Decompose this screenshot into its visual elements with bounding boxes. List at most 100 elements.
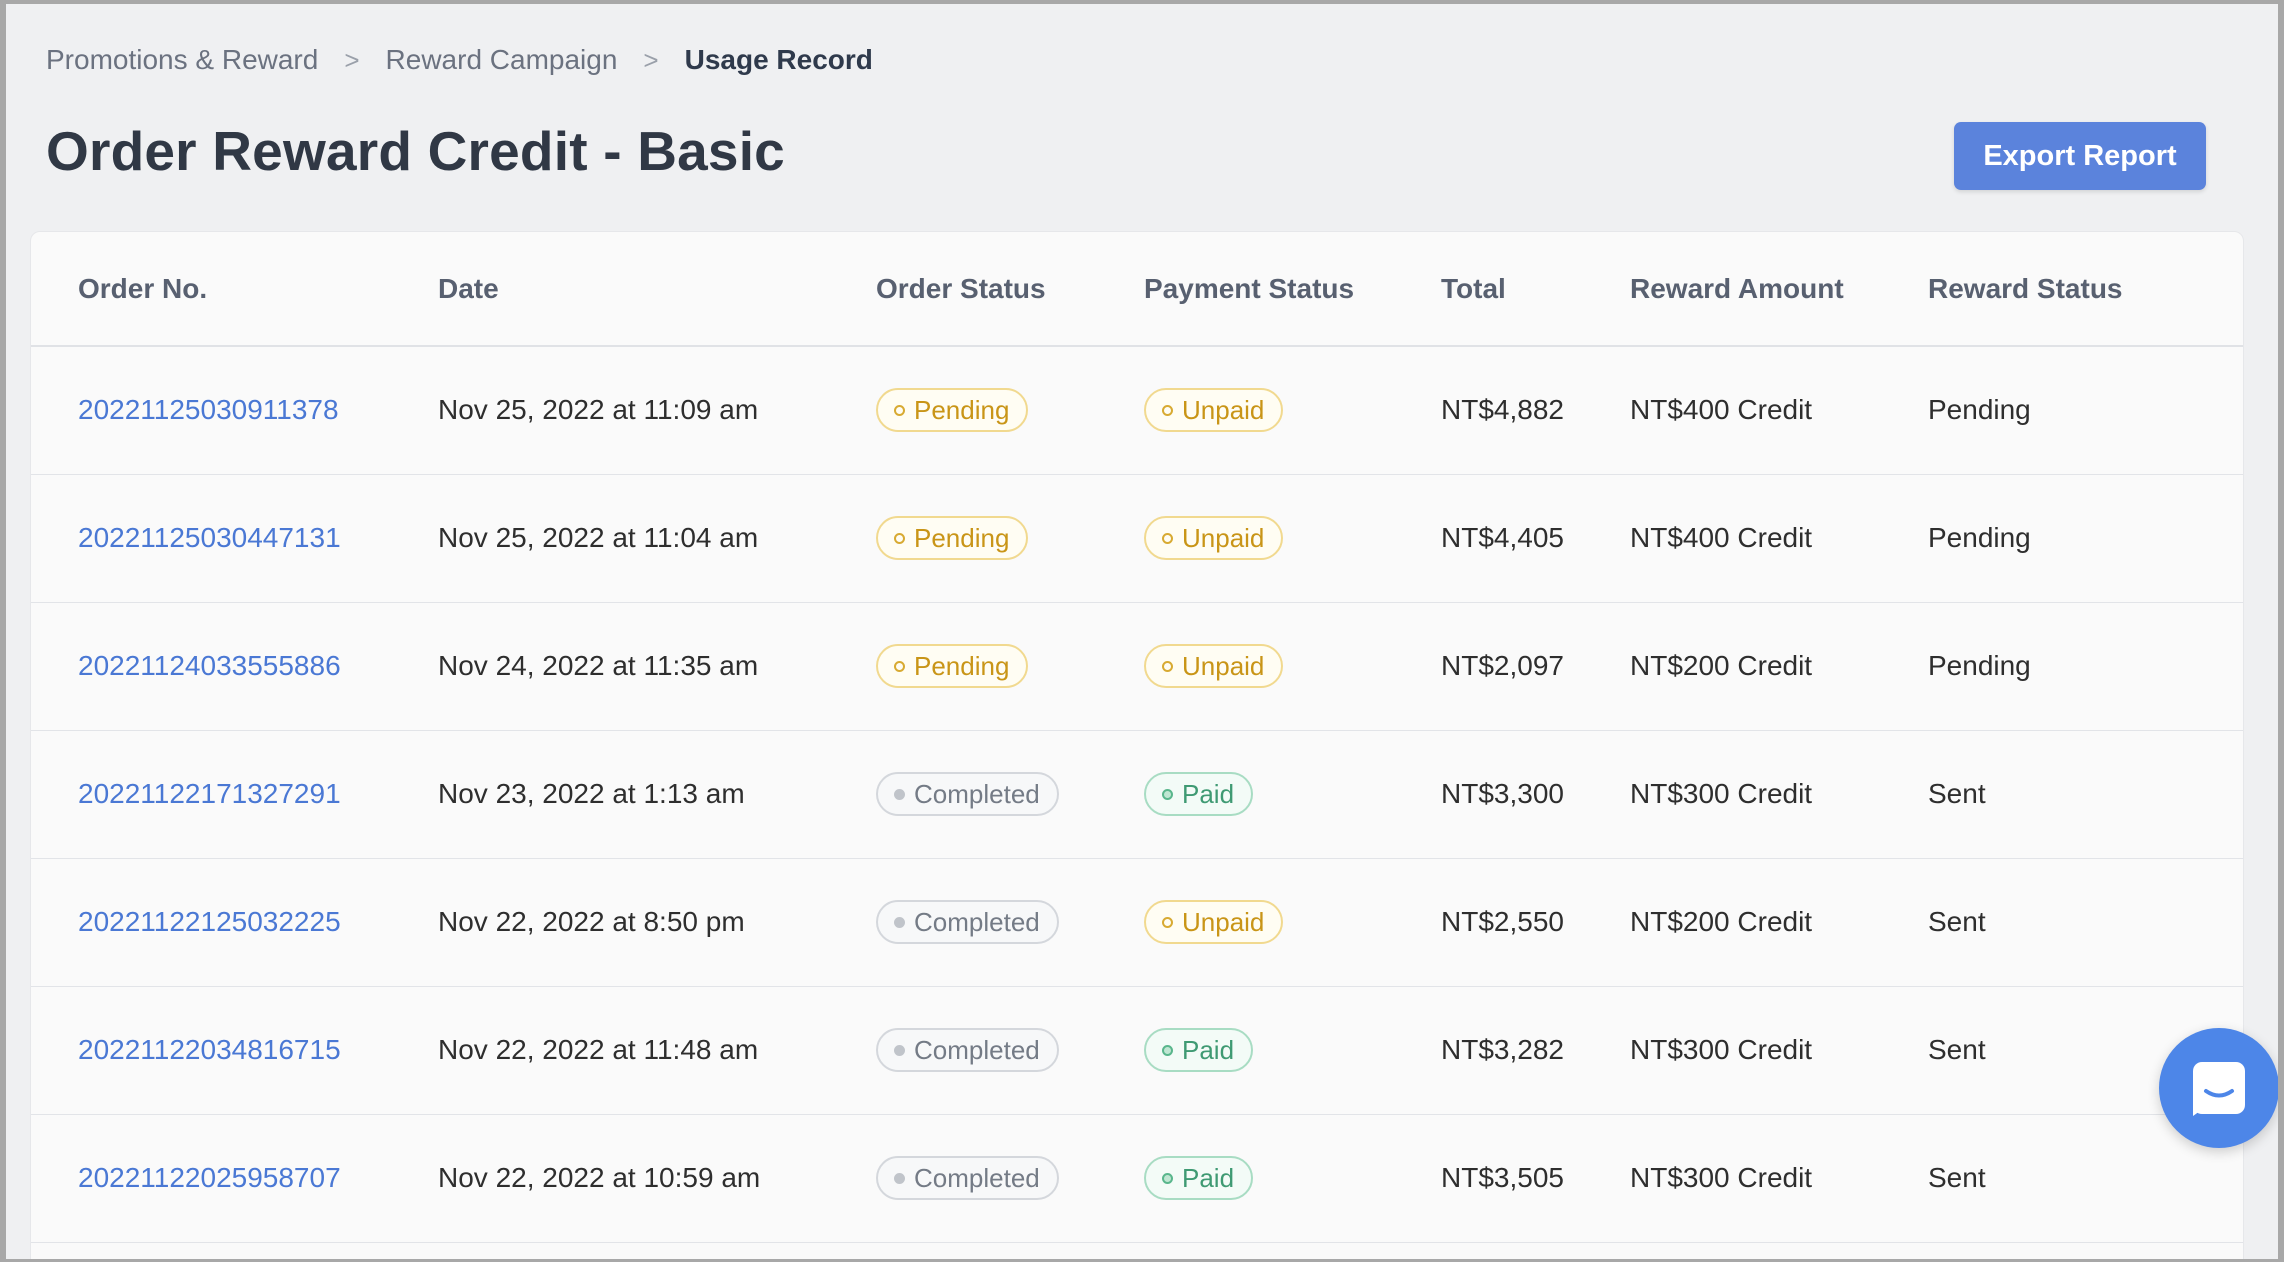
table-row[interactable]: 20221122171327291 Nov 23, 2022 at 1:13 am… [31,730,2243,859]
order-status-badge: Completed [876,1156,1059,1200]
cell-order-no: 20221122171327291 [31,730,438,859]
cell-date: Nov 25, 2022 at 11:09 am [438,346,876,475]
column-header-total: Total [1441,232,1630,347]
payment-status-label: Unpaid [1182,522,1265,553]
order-number-link[interactable]: 20221122125032225 [78,906,341,937]
order-number-link[interactable]: 20221122171327291 [78,778,341,809]
usage-record-table-card: Order No. Date Order Status Payment Stat… [30,231,2244,1259]
status-dot-icon [1162,532,1173,544]
cell-payment-status: Paid [1144,730,1441,859]
column-header-date: Date [438,232,876,347]
payment-status-label: Paid [1182,1162,1235,1193]
cell-total: NT$3,505 [1441,1114,1630,1243]
order-status-label: Pending [914,522,1010,553]
export-report-button[interactable]: Export Report [1954,122,2206,190]
payment-status-badge: Unpaid [1144,900,1284,944]
cell-date: Nov 23, 2022 at 1:13 am [438,730,876,859]
cell-payment-status: Paid [1144,986,1441,1115]
order-number-link[interactable]: 20221122025958707 [78,1162,341,1193]
cell-order-no: 20221122025958707 [31,1114,438,1243]
table-header-row: Order No. Date Order Status Payment Stat… [31,232,2243,347]
cell-reward-amount: NT$200 Credit [1630,858,1928,987]
status-dot-icon [894,404,905,416]
cell-date: Nov 22, 2022 at 11:48 am [438,986,876,1115]
cell-order-no: 20221125030911378 [31,346,438,475]
table-row[interactable]: 20221124033555886 Nov 24, 2022 at 11:35 a… [31,602,2243,731]
order-number-link[interactable]: 20221125030447131 [78,522,341,553]
status-dot-icon [894,788,905,800]
status-dot-icon [1162,1044,1173,1056]
order-number-link[interactable]: 20221122034816715 [78,1034,341,1065]
status-dot-icon [894,660,905,672]
order-status-badge: Pending [876,388,1029,433]
cell-reward-amount: NT$300 Credit [1630,730,1928,859]
order-number-link[interactable]: 20221124033555886 [78,650,341,681]
app-window: Promotions & Reward > Reward Campaign > … [6,4,2278,1259]
breadcrumb-item-reward-campaign[interactable]: Reward Campaign [386,44,618,76]
order-status-label: Completed [914,1034,1040,1065]
payment-status-label: Paid [1182,1034,1235,1065]
cell-date: Nov 24, 2022 at 11:35 am [438,602,876,731]
order-status-label: Pending [914,394,1010,425]
cell-order-status: Pending [876,602,1144,731]
column-header-reward-status: Reward Status [1928,232,2243,347]
cell-total: NT$2,550 [1441,858,1630,987]
table-row[interactable]: 20221125030447131 Nov 25, 2022 at 11:04 a… [31,474,2243,603]
chat-launcher-button[interactable] [2159,1028,2278,1148]
cell-reward-amount: NT$400 Credit [1630,474,1928,603]
cell-order-no: 20221122034816715 [31,986,438,1115]
status-dot-icon [1162,404,1173,416]
cell-date: Nov 22, 2022 at 8:50 pm [438,858,876,987]
payment-status-label: Unpaid [1182,394,1265,425]
cell-reward-status: Pending [1928,474,2243,603]
status-dot-icon [1162,916,1173,928]
cell-order-status: Completed [876,730,1144,859]
table-row[interactable]: 20221122125032225 Nov 22, 2022 at 8:50 pm… [31,858,2243,987]
column-header-reward-amount: Reward Amount [1630,232,1928,347]
breadcrumb-item-promotions[interactable]: Promotions & Reward [46,44,318,76]
breadcrumb: Promotions & Reward > Reward Campaign > … [46,44,873,76]
usage-record-table: Order No. Date Order Status Payment Stat… [31,232,2243,1243]
payment-status-badge: Unpaid [1144,516,1284,560]
status-dot-icon [894,532,905,544]
order-status-badge: Completed [876,772,1059,816]
cell-order-status: Pending [876,474,1144,603]
payment-status-badge: Unpaid [1144,644,1284,688]
cell-reward-status: Pending [1928,602,2243,731]
cell-date: Nov 25, 2022 at 11:04 am [438,474,876,603]
cell-order-status: Completed [876,1114,1144,1243]
column-header-order-no: Order No. [31,232,438,347]
table-row[interactable]: 20221125030911378 Nov 25, 2022 at 11:09 a… [31,346,2243,475]
chevron-right-icon: > [643,44,659,75]
cell-order-no: 20221125030447131 [31,474,438,603]
cell-order-status: Completed [876,858,1144,987]
table-body: 20221125030911378 Nov 25, 2022 at 11:09 a… [31,346,2243,1243]
cell-payment-status: Unpaid [1144,858,1441,987]
cell-total: NT$4,405 [1441,474,1630,603]
order-status-label: Completed [914,906,1040,937]
cell-payment-status: Unpaid [1144,474,1441,603]
cell-order-no: 20221122125032225 [31,858,438,987]
order-status-badge: Pending [876,644,1029,688]
order-number-link[interactable]: 20221125030911378 [78,394,339,425]
payment-status-label: Unpaid [1182,650,1265,681]
cell-payment-status: Unpaid [1144,602,1441,731]
payment-status-label: Paid [1182,778,1235,809]
page-title: Order Reward Credit - Basic [46,120,785,182]
cell-total: NT$3,300 [1441,730,1630,859]
cell-reward-status: Sent [1928,730,2243,859]
table-row[interactable]: 20221122025958707 Nov 22, 2022 at 10:59 a… [31,1114,2243,1243]
cell-order-status: Completed [876,986,1144,1115]
chevron-right-icon: > [344,44,360,75]
order-status-badge: Completed [876,900,1059,944]
table-row[interactable]: 20221122034816715 Nov 22, 2022 at 11:48 a… [31,986,2243,1115]
payment-status-badge: Paid [1144,772,1254,816]
cell-order-no: 20221124033555886 [31,602,438,731]
cell-payment-status: Unpaid [1144,346,1441,475]
status-dot-icon [894,916,905,928]
order-status-badge: Pending [876,516,1029,560]
cell-total: NT$3,282 [1441,986,1630,1115]
cell-reward-status: Sent [1928,858,2243,987]
breadcrumb-current: Usage Record [684,44,873,75]
cell-reward-amount: NT$200 Credit [1630,602,1928,731]
